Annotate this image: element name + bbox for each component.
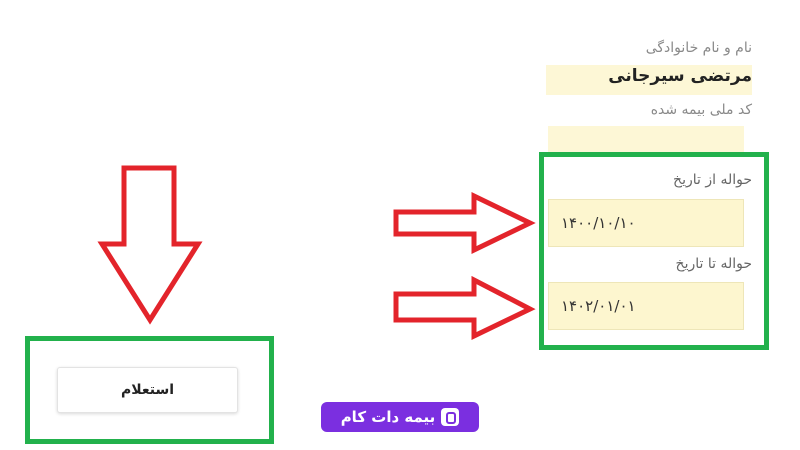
logo-mark-icon (441, 408, 460, 426)
to-date-value: ۱۴۰۲/۰۱/۰۱ (561, 297, 636, 315)
from-date-label: حواله از تاریخ (673, 172, 752, 188)
national-code-label: کد ملی بیمه شده (650, 102, 752, 118)
right-arrow-icon (393, 192, 536, 254)
national-code-field[interactable] (548, 126, 744, 152)
down-arrow-icon (97, 165, 203, 325)
from-date-input[interactable]: ۱۴۰۰/۱۰/۱۰ (548, 199, 744, 247)
to-date-input[interactable]: ۱۴۰۲/۰۱/۰۱ (548, 282, 744, 330)
from-date-value: ۱۴۰۰/۱۰/۱۰ (561, 214, 636, 232)
inquiry-button[interactable]: استعلام (57, 367, 238, 413)
site-logo: بیمه دات کام (321, 402, 479, 432)
name-value: مرتضی سیرجانی (608, 66, 752, 86)
right-arrow-icon (393, 276, 536, 340)
logo-text: بیمه دات کام (340, 408, 436, 426)
name-label: نام و نام خانوادگی (645, 40, 752, 56)
to-date-label: حواله تا تاریخ (675, 256, 752, 272)
